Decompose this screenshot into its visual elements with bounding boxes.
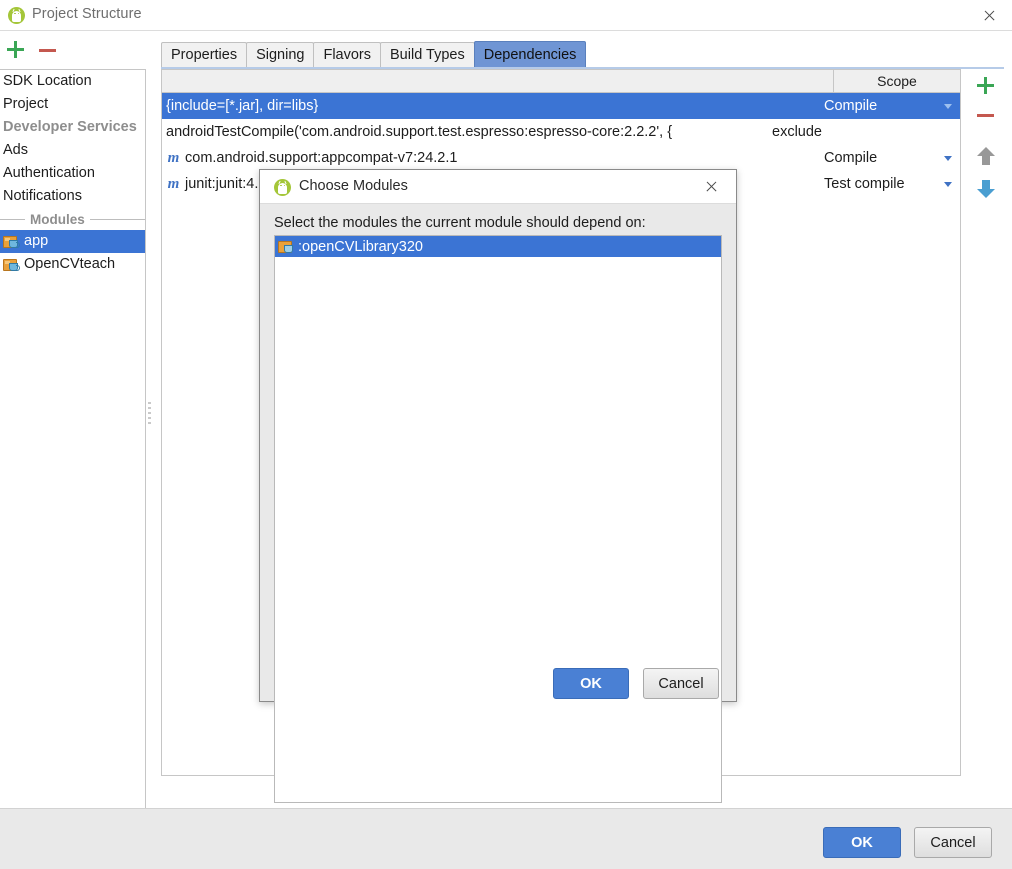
table-header-name[interactable]	[162, 70, 834, 92]
dependency-exclude-text: exclude	[772, 124, 822, 140]
dependency-name: androidTestCompile('com.android.support.…	[166, 124, 673, 140]
title-bar: Project Structure	[0, 0, 1012, 31]
tab-properties[interactable]: Properties	[161, 42, 248, 67]
dependency-name: {include=[*.jar], dir=libs}	[166, 98, 319, 114]
maven-icon: m	[167, 175, 180, 192]
dependency-name-cell: {include=[*.jar], dir=libs}	[162, 98, 318, 114]
chevron-down-icon	[944, 155, 952, 161]
sidebar-module-app[interactable]: app	[0, 230, 145, 253]
remove-dependency-icon[interactable]	[977, 114, 994, 117]
module-folder-icon	[3, 235, 20, 249]
choose-modules-dialog: Choose Modules Select the modules the cu…	[259, 169, 737, 803]
scope-value: Compile	[824, 150, 878, 166]
android-studio-icon	[8, 7, 25, 24]
dialog-title: Choose Modules	[299, 178, 408, 194]
sidebar: SDK Location Project Developer Services …	[0, 69, 146, 821]
dialog-button-bar: OK Cancel	[260, 660, 736, 703]
sidebar-module-opencvteach[interactable]: OpenCVteach	[0, 253, 145, 276]
tab-flavors[interactable]: Flavors	[313, 42, 382, 67]
dialog-close-icon[interactable]	[690, 170, 732, 203]
module-folder-icon	[278, 240, 294, 254]
dialog-cancel-button[interactable]: Cancel	[643, 668, 719, 699]
dependency-name-cell: m com.android.support:appcompat-v7:24.2.…	[162, 149, 458, 167]
table-header-scope[interactable]: Scope	[834, 70, 960, 92]
cancel-button[interactable]: Cancel	[914, 827, 992, 858]
table-row[interactable]: {include=[*.jar], dir=libs} Compile	[162, 93, 960, 119]
sidebar-item-sdk-location[interactable]: SDK Location	[0, 70, 145, 93]
dependency-name: com.android.support:appcompat-v7:24.2.1	[185, 150, 458, 166]
sidebar-separator-modules: Modules	[0, 208, 145, 230]
chevron-down-icon	[944, 181, 952, 187]
close-icon[interactable]	[966, 0, 1012, 31]
project-structure-window: Project Structure SDK Location Project D…	[0, 0, 1012, 869]
list-item-label: :openCVLibrary320	[298, 238, 423, 255]
sidebar-item-authentication[interactable]: Authentication	[0, 162, 145, 185]
sidebar-module-label: OpenCVteach	[24, 256, 116, 272]
scope-dropdown[interactable]: Compile	[824, 145, 954, 171]
add-dependency-icon[interactable]	[977, 77, 994, 94]
tab-build-types[interactable]: Build Types	[380, 42, 475, 67]
dependency-name-cell: androidTestCompile('com.android.support.…	[162, 124, 672, 140]
android-studio-icon	[274, 179, 291, 196]
tab-dependencies[interactable]: Dependencies	[473, 41, 587, 67]
add-module-icon[interactable]	[7, 41, 24, 58]
sidebar-item-notifications[interactable]: Notifications	[0, 185, 145, 208]
tab-bar: Properties Signing Flavors Build Types D…	[161, 41, 587, 67]
chevron-down-icon	[944, 103, 952, 109]
dialog-prompt: Select the modules the current module sh…	[274, 215, 646, 231]
sidebar-item-project[interactable]: Project	[0, 93, 145, 116]
sidebar-module-label: app	[24, 233, 49, 249]
modules-list[interactable]: :openCVLibrary320	[274, 235, 722, 803]
sidebar-splitter[interactable]	[146, 31, 153, 808]
tab-signing[interactable]: Signing	[246, 42, 315, 67]
dependency-toolbar	[965, 69, 1005, 776]
sidebar-header-developer-services: Developer Services	[3, 119, 137, 135]
table-header-row: Scope	[162, 70, 960, 93]
table-row[interactable]: androidTestCompile('com.android.support.…	[162, 119, 960, 145]
module-folder-icon	[3, 258, 20, 272]
maven-icon: m	[167, 149, 180, 166]
window-title: Project Structure	[32, 6, 142, 22]
scope-dropdown[interactable]: Compile	[824, 93, 954, 119]
sidebar-separator-label: Modules	[30, 211, 85, 227]
list-item[interactable]: :openCVLibrary320	[275, 236, 721, 257]
scope-dropdown[interactable]: Test compile	[824, 171, 954, 197]
ok-button[interactable]: OK	[823, 827, 901, 858]
scope-value: Test compile	[824, 176, 905, 192]
table-row[interactable]: m com.android.support:appcompat-v7:24.2.…	[162, 145, 960, 171]
move-up-icon[interactable]	[977, 147, 995, 165]
dialog-ok-button[interactable]: OK	[553, 668, 629, 699]
scope-value: Compile	[824, 98, 878, 114]
dependency-name-cell: m junit:junit:4.12	[162, 175, 275, 193]
move-down-icon[interactable]	[977, 180, 995, 198]
splitter-handle-icon	[147, 402, 152, 426]
remove-module-icon[interactable]	[39, 49, 56, 52]
sidebar-item-ads[interactable]: Ads	[0, 139, 145, 162]
dialog-title-bar: Choose Modules	[260, 170, 736, 204]
sidebar-toolbar	[0, 31, 146, 69]
